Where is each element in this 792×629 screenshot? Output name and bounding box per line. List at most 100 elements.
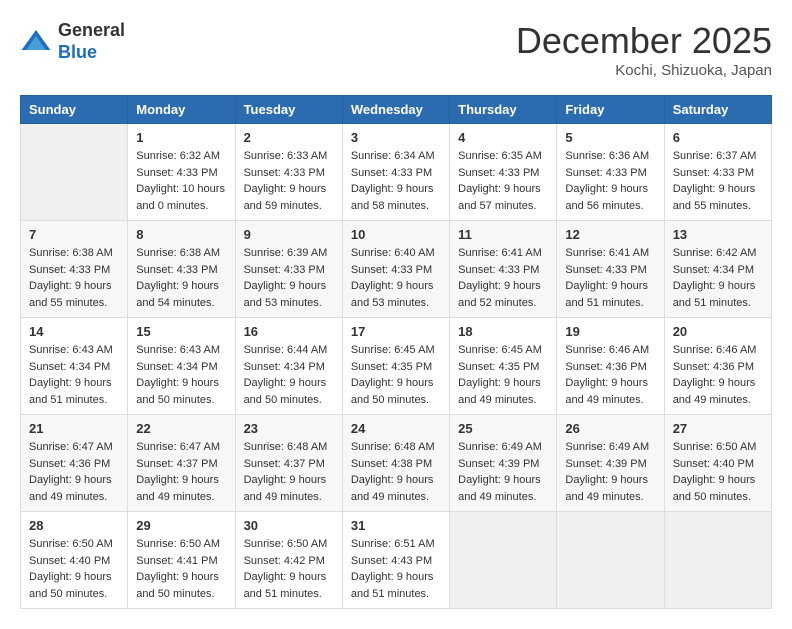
day-number: 5 <box>565 130 655 145</box>
day-number: 10 <box>351 227 441 242</box>
day-number: 23 <box>244 421 334 436</box>
day-number: 27 <box>673 421 763 436</box>
day-number: 14 <box>29 324 119 339</box>
calendar-cell: 14 Sunrise: 6:43 AMSunset: 4:34 PMDayligh… <box>21 318 128 415</box>
logo-blue: Blue <box>58 42 97 62</box>
logo: General Blue <box>20 20 125 63</box>
day-info: Sunrise: 6:50 AMSunset: 4:41 PMDaylight:… <box>136 536 226 602</box>
calendar-cell: 19Sunrise: 6:46 AMSunset: 4:36 PMDayligh… <box>557 318 664 415</box>
calendar-header-row: SundayMondayTuesdayWednesdayThursdayFrid… <box>21 96 772 124</box>
calendar-cell: 29 Sunrise: 6:50 AMSunset: 4:41 PMDayligh… <box>128 512 235 609</box>
day-number: 9 <box>244 227 334 242</box>
day-number: 7 <box>29 227 119 242</box>
location: Kochi, Shizuoka, Japan <box>516 62 772 79</box>
calendar-cell: 28 Sunrise: 6:50 AMSunset: 4:40 PMDayligh… <box>21 512 128 609</box>
calendar-week-row: 1Sunrise: 6:32 AMSunset: 4:33 PMDaylight… <box>21 124 772 221</box>
day-number: 15 <box>136 324 226 339</box>
month-title: December 2025 <box>516 20 772 62</box>
day-number: 17 <box>351 324 441 339</box>
day-info: Sunrise: 6:47 AMSunset: 4:36 PMDaylight:… <box>29 439 119 505</box>
day-number: 2 <box>244 130 334 145</box>
calendar-cell <box>450 512 557 609</box>
day-info: Sunrise: 6:45 AMSunset: 4:35 PMDaylight:… <box>351 342 441 408</box>
day-info: Sunrise: 6:35 AMSunset: 4:33 PMDaylight:… <box>458 148 548 214</box>
day-info: Sunrise: 6:36 AMSunset: 4:33 PMDaylight:… <box>565 148 655 214</box>
day-number: 31 <box>351 518 441 533</box>
day-number: 26 <box>565 421 655 436</box>
calendar-cell: 6Sunrise: 6:37 AMSunset: 4:33 PMDaylight… <box>664 124 771 221</box>
calendar-cell <box>557 512 664 609</box>
calendar-cell: 7 Sunrise: 6:38 AMSunset: 4:33 PMDaylight… <box>21 221 128 318</box>
calendar-cell: 2 Sunrise: 6:33 AMSunset: 4:33 PMDaylight… <box>235 124 342 221</box>
calendar-cell: 24Sunrise: 6:48 AMSunset: 4:38 PMDayligh… <box>342 415 449 512</box>
day-info: Sunrise: 6:41 AMSunset: 4:33 PMDaylight:… <box>565 245 655 311</box>
day-info: Sunrise: 6:34 AMSunset: 4:33 PMDaylight:… <box>351 148 441 214</box>
calendar-cell: 12Sunrise: 6:41 AMSunset: 4:33 PMDayligh… <box>557 221 664 318</box>
day-number: 6 <box>673 130 763 145</box>
calendar-week-row: 14 Sunrise: 6:43 AMSunset: 4:34 PMDayligh… <box>21 318 772 415</box>
calendar-cell: 30 Sunrise: 6:50 AMSunset: 4:42 PMDayligh… <box>235 512 342 609</box>
day-number: 29 <box>136 518 226 533</box>
day-info: Sunrise: 6:33 AMSunset: 4:33 PMDaylight:… <box>244 148 334 214</box>
day-header-monday: Monday <box>128 96 235 124</box>
day-number: 16 <box>244 324 334 339</box>
day-number: 11 <box>458 227 548 242</box>
day-info: Sunrise: 6:43 AMSunset: 4:34 PMDaylight:… <box>29 342 119 408</box>
logo-text: General Blue <box>58 20 125 63</box>
day-number: 21 <box>29 421 119 436</box>
day-info: Sunrise: 6:38 AMSunset: 4:33 PMDaylight:… <box>136 245 226 311</box>
calendar-cell: 25 Sunrise: 6:49 AMSunset: 4:39 PMDayligh… <box>450 415 557 512</box>
day-number: 28 <box>29 518 119 533</box>
day-number: 3 <box>351 130 441 145</box>
day-info: Sunrise: 6:38 AMSunset: 4:33 PMDaylight:… <box>29 245 119 311</box>
calendar-cell: 4 Sunrise: 6:35 AMSunset: 4:33 PMDaylight… <box>450 124 557 221</box>
day-info: Sunrise: 6:50 AMSunset: 4:40 PMDaylight:… <box>29 536 119 602</box>
calendar-cell: 17 Sunrise: 6:45 AMSunset: 4:35 PMDayligh… <box>342 318 449 415</box>
day-info: Sunrise: 6:51 AMSunset: 4:43 PMDaylight:… <box>351 536 441 602</box>
day-header-tuesday: Tuesday <box>235 96 342 124</box>
calendar-cell: 22Sunrise: 6:47 AMSunset: 4:37 PMDayligh… <box>128 415 235 512</box>
calendar-cell: 3 Sunrise: 6:34 AMSunset: 4:33 PMDaylight… <box>342 124 449 221</box>
logo-general: General <box>58 20 125 40</box>
title-block: December 2025 Kochi, Shizuoka, Japan <box>516 20 772 79</box>
day-number: 4 <box>458 130 548 145</box>
calendar-cell: 16 Sunrise: 6:44 AMSunset: 4:34 PMDayligh… <box>235 318 342 415</box>
day-number: 20 <box>673 324 763 339</box>
day-info: Sunrise: 6:49 AMSunset: 4:39 PMDaylight:… <box>458 439 548 505</box>
day-number: 24 <box>351 421 441 436</box>
day-info: Sunrise: 6:40 AMSunset: 4:33 PMDaylight:… <box>351 245 441 311</box>
calendar-cell: 21 Sunrise: 6:47 AMSunset: 4:36 PMDayligh… <box>21 415 128 512</box>
calendar-cell: 26 Sunrise: 6:49 AMSunset: 4:39 PMDayligh… <box>557 415 664 512</box>
day-info: Sunrise: 6:41 AMSunset: 4:33 PMDaylight:… <box>458 245 548 311</box>
day-info: Sunrise: 6:39 AMSunset: 4:33 PMDaylight:… <box>244 245 334 311</box>
day-number: 13 <box>673 227 763 242</box>
calendar-week-row: 21 Sunrise: 6:47 AMSunset: 4:36 PMDayligh… <box>21 415 772 512</box>
calendar-cell: 31 Sunrise: 6:51 AMSunset: 4:43 PMDayligh… <box>342 512 449 609</box>
day-header-thursday: Thursday <box>450 96 557 124</box>
calendar-cell: 8Sunrise: 6:38 AMSunset: 4:33 PMDaylight… <box>128 221 235 318</box>
day-info: Sunrise: 6:48 AMSunset: 4:37 PMDaylight:… <box>244 439 334 505</box>
calendar-cell <box>664 512 771 609</box>
day-number: 1 <box>136 130 226 145</box>
day-number: 25 <box>458 421 548 436</box>
calendar-cell: 13Sunrise: 6:42 AMSunset: 4:34 PMDayligh… <box>664 221 771 318</box>
calendar-cell: 1Sunrise: 6:32 AMSunset: 4:33 PMDaylight… <box>128 124 235 221</box>
calendar-cell: 10 Sunrise: 6:40 AMSunset: 4:33 PMDayligh… <box>342 221 449 318</box>
calendar-cell: 9 Sunrise: 6:39 AMSunset: 4:33 PMDaylight… <box>235 221 342 318</box>
calendar-cell <box>21 124 128 221</box>
calendar-cell: 18 Sunrise: 6:45 AMSunset: 4:35 PMDayligh… <box>450 318 557 415</box>
day-info: Sunrise: 6:45 AMSunset: 4:35 PMDaylight:… <box>458 342 548 408</box>
day-info: Sunrise: 6:49 AMSunset: 4:39 PMDaylight:… <box>565 439 655 505</box>
day-header-friday: Friday <box>557 96 664 124</box>
logo-icon <box>20 26 52 58</box>
calendar-week-row: 7 Sunrise: 6:38 AMSunset: 4:33 PMDaylight… <box>21 221 772 318</box>
calendar-cell: 27Sunrise: 6:50 AMSunset: 4:40 PMDayligh… <box>664 415 771 512</box>
calendar-cell: 23 Sunrise: 6:48 AMSunset: 4:37 PMDayligh… <box>235 415 342 512</box>
day-info: Sunrise: 6:47 AMSunset: 4:37 PMDaylight:… <box>136 439 226 505</box>
day-info: Sunrise: 6:50 AMSunset: 4:42 PMDaylight:… <box>244 536 334 602</box>
calendar-week-row: 28 Sunrise: 6:50 AMSunset: 4:40 PMDayligh… <box>21 512 772 609</box>
day-number: 30 <box>244 518 334 533</box>
day-number: 18 <box>458 324 548 339</box>
day-info: Sunrise: 6:44 AMSunset: 4:34 PMDaylight:… <box>244 342 334 408</box>
calendar-cell: 11 Sunrise: 6:41 AMSunset: 4:33 PMDayligh… <box>450 221 557 318</box>
